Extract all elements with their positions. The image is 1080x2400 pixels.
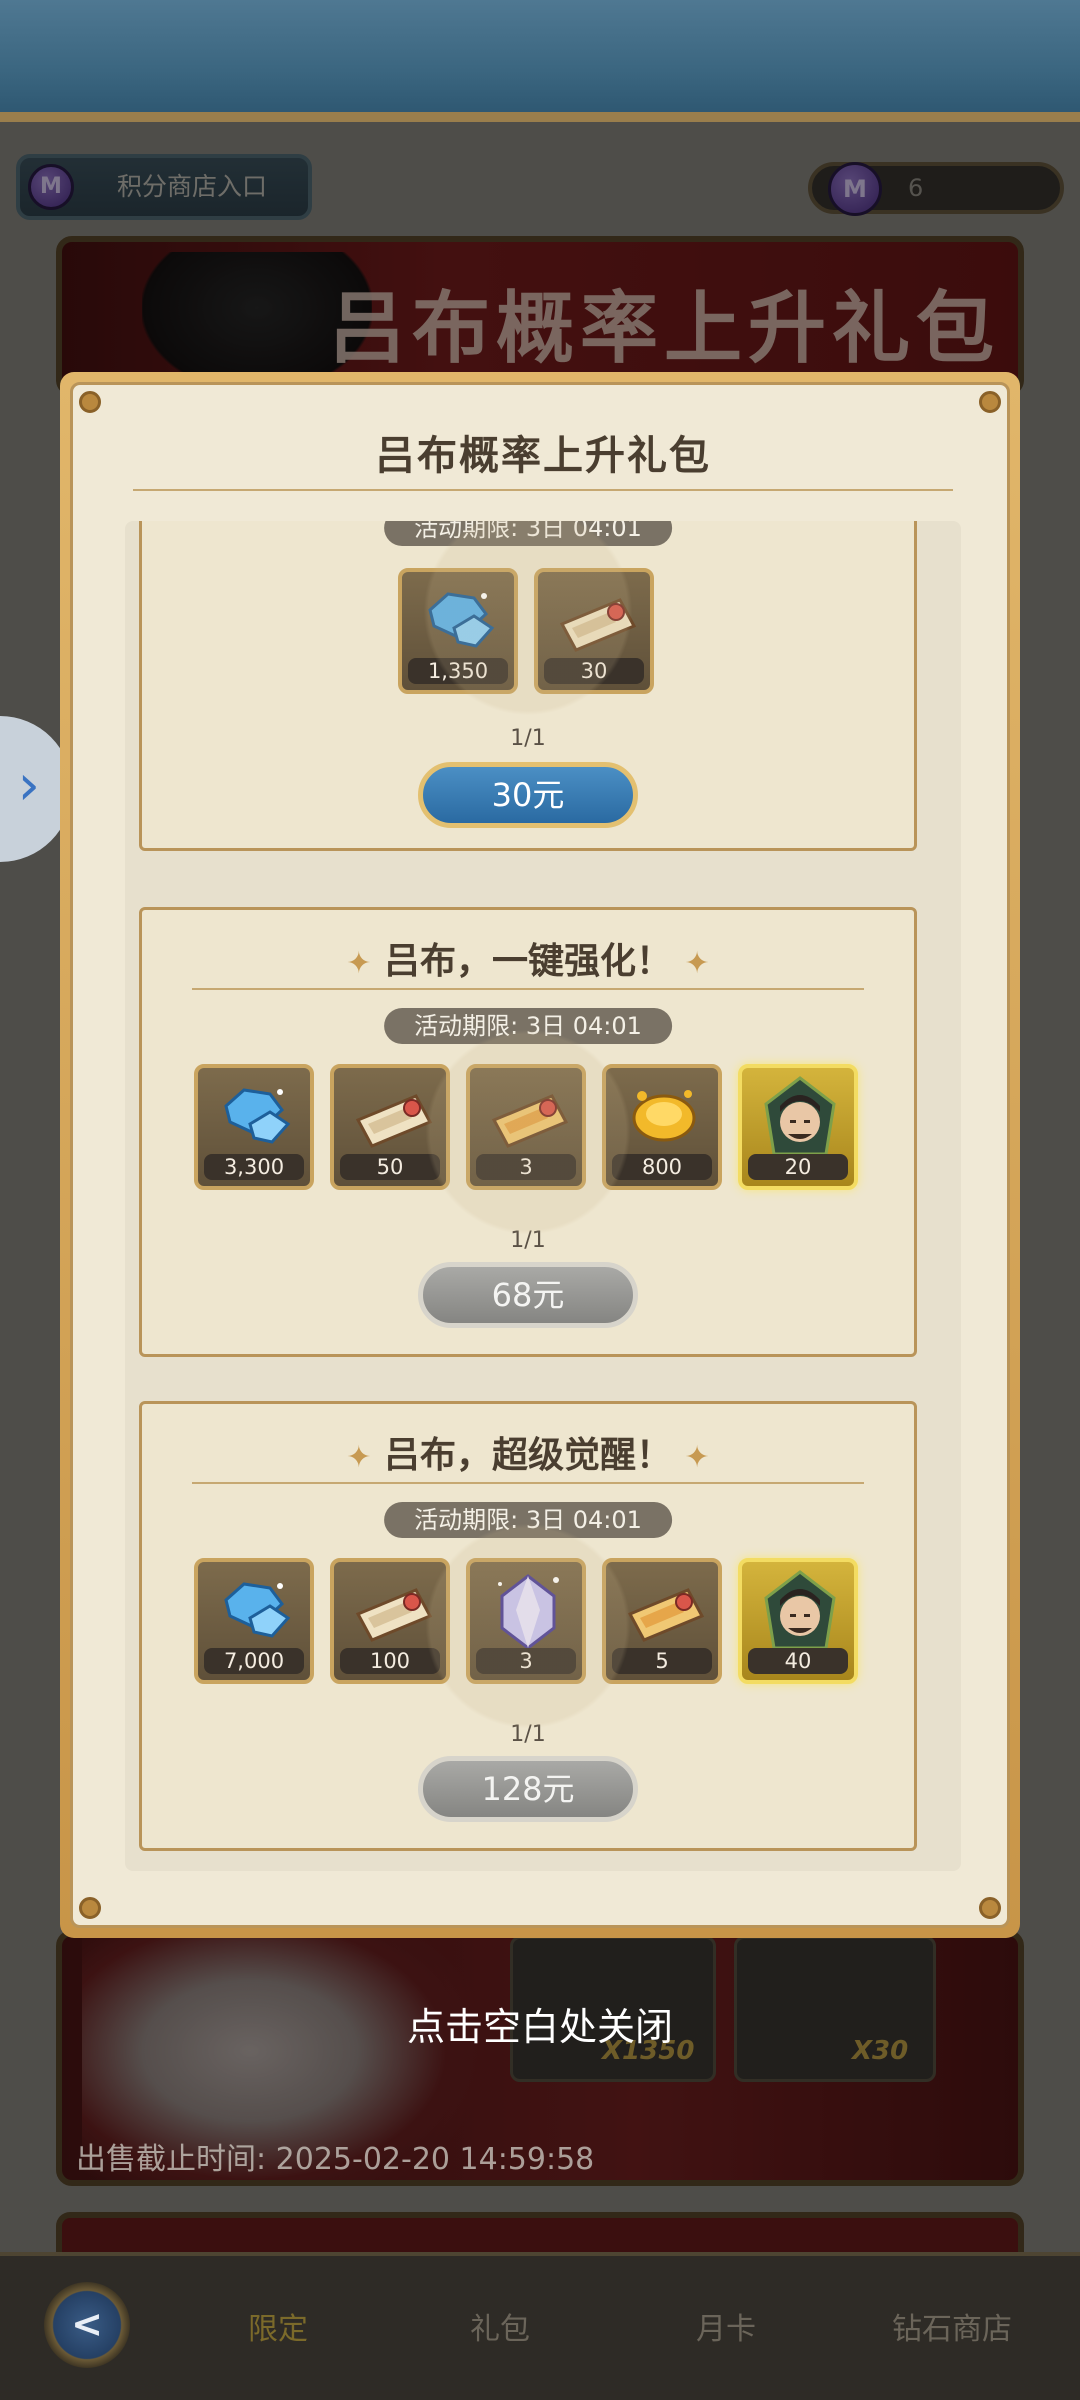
modal-panel: 吕布概率上升礼包 活动期限: 3日 04:01 1,350 30 1/1 30元… (70, 382, 1010, 1928)
pack-title: ✦ 吕布，超级觉醒！ ✦ (142, 1426, 914, 1478)
corner-rivet-icon (979, 391, 1001, 413)
reward-count: 7,000 (204, 1648, 304, 1674)
diamond-icon (428, 592, 495, 648)
sparkle-icon: ✦ (346, 1440, 372, 1475)
reward-item[interactable]: 3,300 (194, 1064, 314, 1190)
reward-count: 3 (476, 1154, 576, 1180)
reward-item[interactable]: 40 (738, 1558, 858, 1684)
reward-count: 800 (612, 1154, 712, 1180)
reward-count: 3 (476, 1648, 576, 1674)
hero-fragment-icon (764, 1076, 836, 1156)
buy-price-button[interactable]: 30元 (418, 762, 638, 828)
gold-ticket-icon (627, 1588, 705, 1642)
reward-item[interactable]: 5 (602, 1558, 722, 1684)
pack-timer: 活动期限: 3日 04:01 (384, 521, 672, 546)
top-sky-backdrop (0, 0, 1080, 118)
tab-monthly-card[interactable]: 月卡 (626, 2304, 826, 2348)
reward-item[interactable]: 7,000 (194, 1558, 314, 1684)
crystal-icon (498, 1574, 559, 1650)
modal-title: 吕布概率上升礼包 (375, 433, 711, 479)
corner-rivet-icon (979, 1897, 1001, 1919)
purchase-limit: 1/1 (510, 1228, 546, 1253)
reward-count: 3,300 (204, 1154, 304, 1180)
reward-item[interactable]: 100 (330, 1558, 450, 1684)
reward-count: 1,350 (408, 658, 508, 684)
purchase-limit: 1/1 (510, 726, 546, 751)
gift-pack-modal: 吕布概率上升礼包 活动期限: 3日 04:01 1,350 30 1/1 30元… (60, 372, 1020, 1938)
hero-fragment-icon (764, 1570, 836, 1650)
reward-count: 40 (748, 1648, 848, 1674)
reward-count: 20 (748, 1154, 848, 1180)
reward-item[interactable]: 3 (466, 1064, 586, 1190)
reward-item[interactable]: 30 (534, 568, 654, 694)
reward-item[interactable]: 800 (602, 1064, 722, 1190)
bottom-nav: < 限定 礼包 月卡 钻石商店 (0, 2252, 1080, 2400)
corner-rivet-icon (79, 391, 101, 413)
pack-title: ✦ 吕布，一键强化！ ✦ (142, 932, 914, 984)
gift-pack-card: 活动期限: 3日 04:01 1,350 30 1/1 30元 (139, 521, 917, 851)
ticket-icon (355, 1094, 433, 1148)
sparkle-icon: ✦ (684, 1440, 710, 1475)
tap-to-close-hint: 点击空白处关闭 (406, 2005, 673, 2049)
corner-rivet-icon (79, 1897, 101, 1919)
gold-coin-icon (632, 1090, 696, 1142)
gift-pack-card: ✦ 吕布，一键强化！ ✦ 活动期限: 3日 04:01 3,300 50 3 8… (139, 907, 917, 1357)
gold-ticket-icon (491, 1094, 569, 1148)
tab-diamond-shop[interactable]: 钻石商店 (852, 2304, 1052, 2348)
sparkle-icon: ✦ (684, 946, 710, 981)
reward-item[interactable]: 1,350 (398, 568, 518, 694)
reward-item[interactable]: 3 (466, 1558, 586, 1684)
title-divider (133, 489, 953, 491)
purchase-limit: 1/1 (510, 1722, 546, 1747)
pack-timer: 活动期限: 3日 04:01 (384, 1008, 672, 1044)
reward-count: 50 (340, 1154, 440, 1180)
pack-list[interactable]: 活动期限: 3日 04:01 1,350 30 1/1 30元 ✦ 吕布，一键强… (125, 521, 961, 1871)
back-button[interactable]: < (44, 2282, 130, 2368)
diamond-icon (224, 1582, 291, 1638)
tab-gift-packs[interactable]: 礼包 (400, 2304, 600, 2348)
reward-count: 100 (340, 1648, 440, 1674)
pack-title-divider (192, 988, 864, 990)
chevron-right-icon: › (17, 753, 40, 818)
reward-count: 5 (612, 1648, 712, 1674)
pack-title-text: 吕布，超级觉醒！ (383, 1435, 672, 1476)
buy-price-button[interactable]: 128元 (418, 1756, 638, 1822)
pack-title-divider (192, 1482, 864, 1484)
reward-item[interactable]: 20 (738, 1064, 858, 1190)
pack-timer: 活动期限: 3日 04:01 (384, 1502, 672, 1538)
reward-item[interactable]: 50 (330, 1064, 450, 1190)
tab-limited[interactable]: 限定 (178, 2304, 378, 2348)
sparkle-icon: ✦ (346, 946, 372, 981)
reward-count: 30 (544, 658, 644, 684)
chevron-left-icon: < (71, 2302, 103, 2346)
diamond-icon (224, 1088, 291, 1144)
sale-deadline: 出售截止时间: 2025-02-20 14:59:58 (76, 2142, 595, 2177)
gift-pack-card: ✦ 吕布，超级觉醒！ ✦ 活动期限: 3日 04:01 7,000 100 3 … (139, 1401, 917, 1851)
ticket-icon (559, 598, 637, 652)
buy-price-button[interactable]: 68元 (418, 1262, 638, 1328)
ticket-icon (355, 1588, 433, 1642)
pack-title-text: 吕布，一键强化！ (383, 941, 672, 982)
